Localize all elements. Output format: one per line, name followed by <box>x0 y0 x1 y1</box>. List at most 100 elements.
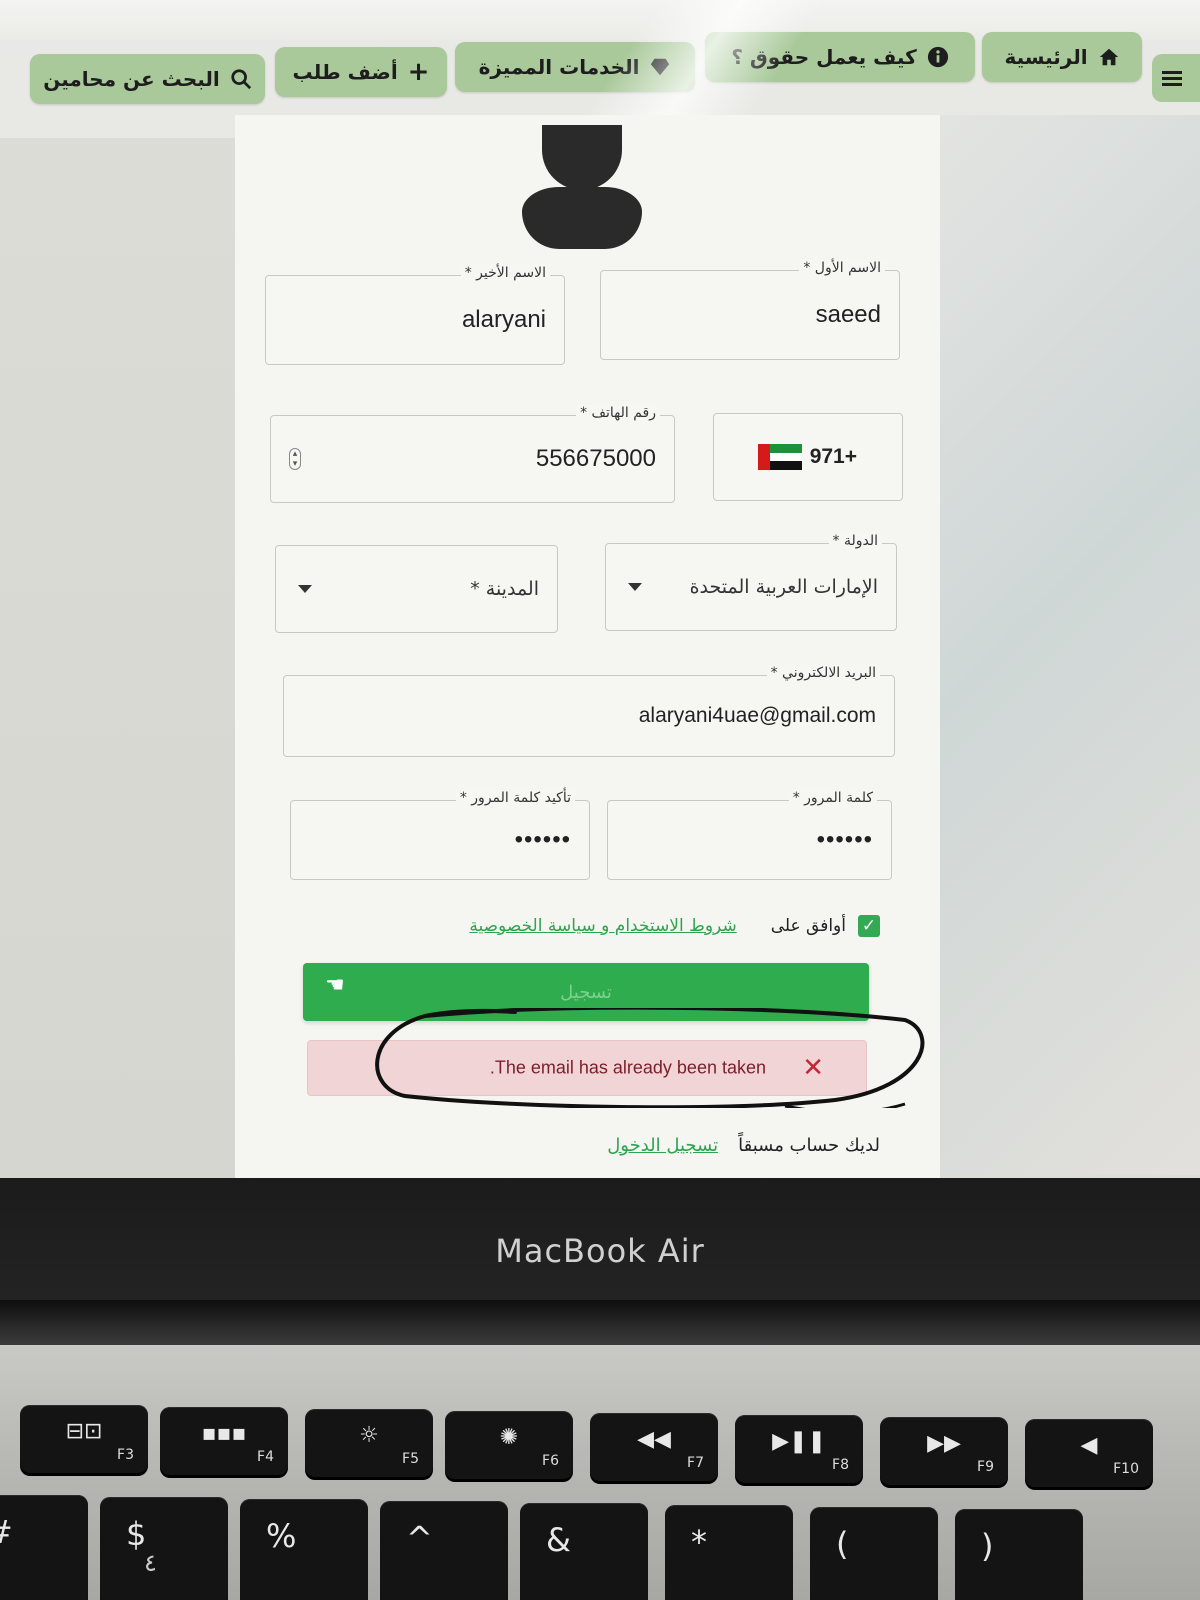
email-label: البريد الالكتروني * <box>766 665 880 681</box>
nav-add-request-label: أضف طلب <box>292 60 398 84</box>
country-code-value: 971+ <box>809 445 857 468</box>
nav-how-it-works-button[interactable]: كيف يعمل حقوق ؟ <box>705 32 975 82</box>
function-key-f9[interactable]: ▶▶ F9 <box>880 1417 1008 1485</box>
check-icon: ✓ <box>861 916 877 936</box>
chevron-down-icon <box>628 583 642 591</box>
number-row-key[interactable]: ( <box>810 1507 938 1600</box>
function-key-f4[interactable]: ▪▪▪ F4 <box>160 1407 288 1475</box>
password-value: •••••• <box>816 826 873 853</box>
uae-flag-icon <box>757 444 802 470</box>
function-key-label: F7 <box>687 1455 704 1471</box>
function-key-glyph: ✺ <box>499 1425 519 1450</box>
last-name-value: alaryani <box>461 306 546 333</box>
first-name-value: saeed <box>815 301 881 328</box>
phone-value: 556675000 <box>535 445 656 472</box>
key-symbol: $ <box>126 1515 147 1553</box>
search-icon <box>231 69 251 90</box>
function-key-f5[interactable]: ☼ F5 <box>305 1409 433 1477</box>
city-select[interactable]: المدينة * <box>275 545 558 633</box>
register-button-label: تسجيل <box>560 981 612 1003</box>
password-label: كلمة المرور * <box>788 790 877 806</box>
function-key-f10[interactable]: ◀ F10 <box>1025 1419 1153 1487</box>
number-row-key[interactable]: % <box>240 1499 368 1600</box>
function-key-f6[interactable]: ✺ F6 <box>445 1411 573 1479</box>
number-row-key[interactable]: # <box>0 1495 88 1600</box>
phone-number-field[interactable]: رقم الهاتف * 556675000 ▴ ▾ <box>270 405 675 503</box>
password-field[interactable]: كلمة المرور * •••••• <box>607 790 892 880</box>
laptop-keyboard-deck: ⊟⊡ F3 ▪▪▪ F4 ☼ F5 ✺ F6 ◀◀ F7 ▶❚❚ F8 ▶▶ F9 ◀ F10 # $٤% ^ & *… <box>0 1345 1200 1600</box>
city-placeholder: المدينة * <box>470 578 539 600</box>
number-stepper-icon[interactable]: ▴ ▾ <box>289 448 301 470</box>
function-key-label: F4 <box>257 1449 274 1465</box>
nav-how-it-works-label: كيف يعمل حقوق ؟ <box>731 45 917 69</box>
avatar-body <box>522 187 642 249</box>
key-symbol: % <box>266 1517 297 1555</box>
have-account-text: لديك حساب مسبقاً <box>738 1135 880 1156</box>
phone-label: رقم الهاتف * <box>576 405 660 421</box>
last-name-label: الاسم الأخير * <box>460 265 550 281</box>
function-key-f3[interactable]: ⊟⊡ F3 <box>20 1405 148 1473</box>
country-code-select[interactable]: 971+ <box>713 413 903 501</box>
function-key-f7[interactable]: ◀◀ F7 <box>590 1413 718 1481</box>
error-message: .The email has already been taken <box>489 1057 766 1078</box>
avatar-placeholder <box>522 125 642 255</box>
function-key-glyph: ☼ <box>359 1423 379 1448</box>
confirm-password-value: •••••• <box>514 826 571 853</box>
function-key-f8[interactable]: ▶❚❚ F8 <box>735 1415 863 1483</box>
laptop-brand-label: MacBook Air <box>495 1232 705 1270</box>
function-key-label: F5 <box>402 1451 419 1467</box>
nav-home-button[interactable]: الرئيسية <box>982 32 1142 82</box>
page-right-gutter <box>940 115 1200 1175</box>
diamond-icon <box>651 58 670 76</box>
function-key-label: F6 <box>542 1453 559 1469</box>
number-row-key[interactable]: $٤ <box>100 1497 228 1600</box>
nav-featured-services-button[interactable]: الخدمات المميزة <box>455 42 695 92</box>
function-key-label: F10 <box>1113 1461 1139 1477</box>
function-key-glyph: ▪▪▪ <box>201 1421 247 1446</box>
nav-featured-services-label: الخدمات المميزة <box>478 55 640 79</box>
country-label: الدولة * <box>828 533 882 549</box>
nav-add-request-button[interactable]: + أضف طلب <box>275 47 447 97</box>
email-field[interactable]: البريد الالكتروني * alaryani4uae@gmail.c… <box>283 665 895 757</box>
country-select[interactable]: الدولة * الإمارات العربية المتحدة <box>605 533 897 631</box>
hand-pointer-icon: ☚ <box>325 973 345 998</box>
agree-checkbox[interactable]: ✓ <box>858 915 880 937</box>
home-icon <box>1099 48 1118 66</box>
key-symbol: ) <box>981 1527 994 1565</box>
laptop-screen: الرئيسية كيف يعمل حقوق ؟ الخدمات المميزة… <box>0 0 1200 1185</box>
terms-privacy-link[interactable]: شروط الاستخدام و سياسة الخصوصية <box>469 916 736 936</box>
function-key-glyph: ◀◀ <box>637 1427 671 1452</box>
key-symbol: ^ <box>406 1519 433 1557</box>
login-link[interactable]: تسجيل الدخول <box>607 1135 718 1156</box>
number-row-key[interactable]: ^ <box>380 1501 508 1600</box>
register-button[interactable]: تسجيل <box>303 963 869 1021</box>
last-name-field[interactable]: الاسم الأخير * alaryani <box>265 265 565 365</box>
page-left-gutter <box>0 138 235 1178</box>
key-symbol: * <box>691 1523 707 1561</box>
function-key-glyph: ▶❚❚ <box>772 1429 826 1454</box>
key-symbol: & <box>546 1521 571 1559</box>
avatar-head <box>542 125 622 190</box>
email-value: alaryani4uae@gmail.com <box>638 704 876 727</box>
confirm-password-label: تأكيد كلمة المرور * <box>455 790 575 806</box>
login-prompt: لديك حساب مسبقاً تسجيل الدخول <box>607 1135 880 1156</box>
registration-form: الاسم الأول * saeed الاسم الأخير * alary… <box>235 115 940 1180</box>
top-navbar: الرئيسية كيف يعمل حقوق ؟ الخدمات المميزة… <box>0 32 1200 124</box>
first-name-field[interactable]: الاسم الأول * saeed <box>600 260 900 360</box>
key-symbol: ( <box>836 1525 849 1563</box>
function-key-glyph: ▶▶ <box>927 1431 961 1456</box>
close-icon[interactable]: ✕ <box>802 1053 824 1083</box>
nav-search-lawyers-button[interactable]: البحث عن محامين <box>30 54 265 104</box>
nav-search-lawyers-label: البحث عن محامين <box>43 67 220 91</box>
plus-icon: + <box>407 57 430 87</box>
country-code-display: 971+ <box>757 444 857 470</box>
function-key-label: F8 <box>832 1457 849 1473</box>
number-row-key[interactable]: & <box>520 1503 648 1600</box>
key-symbol: # <box>0 1513 13 1551</box>
number-row-key[interactable]: * <box>665 1505 793 1600</box>
agree-label: أوافق على <box>770 916 846 936</box>
number-row-key[interactable]: ) <box>955 1509 1083 1600</box>
hamburger-menu-button[interactable] <box>1152 54 1200 102</box>
laptop-hinge <box>0 1300 1200 1345</box>
confirm-password-field[interactable]: تأكيد كلمة المرور * •••••• <box>290 790 590 880</box>
